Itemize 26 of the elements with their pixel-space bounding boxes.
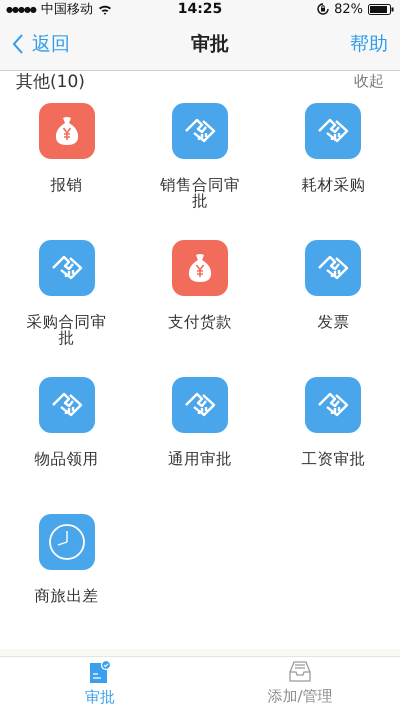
approval-type-item[interactable]: 发票: [266, 238, 400, 375]
approval-type-item[interactable]: 采购合同审批: [0, 238, 134, 375]
inbox-tray-icon: [288, 660, 312, 683]
approval-type-item[interactable]: 销售合同审批: [133, 100, 267, 238]
clock-icon: [38, 514, 95, 570]
page-title: 审批: [191, 32, 229, 57]
document-check-icon: [89, 660, 111, 684]
approval-type-item[interactable]: 支付货款: [133, 238, 267, 375]
approval-type-item[interactable]: 报销: [0, 100, 134, 238]
battery-icon: [368, 4, 394, 14]
money-bag-icon: [172, 240, 228, 296]
section-title: 其他(10): [16, 71, 85, 94]
clock-time: 14:25: [178, 1, 222, 17]
approval-type-item[interactable]: 商旅出差: [0, 512, 134, 649]
approval-type-item[interactable]: 物品领用: [0, 374, 134, 512]
back-chevron-icon: [12, 34, 24, 54]
money-bag-icon: [38, 102, 95, 159]
approval-type-item[interactable]: 工资审批: [266, 374, 400, 512]
carrier-name: 中国移动: [40, 1, 93, 18]
collapse-button[interactable]: 收起: [354, 72, 384, 92]
approval-type-item[interactable]: 耗材采购: [266, 100, 400, 238]
signal-strength: ●●●●●: [6, 4, 36, 14]
wifi-icon: [98, 4, 112, 14]
approval-type-item[interactable]: 通用审批: [133, 374, 267, 512]
battery-percent: 82%: [334, 2, 363, 16]
rotation-lock-icon: [317, 3, 330, 15]
